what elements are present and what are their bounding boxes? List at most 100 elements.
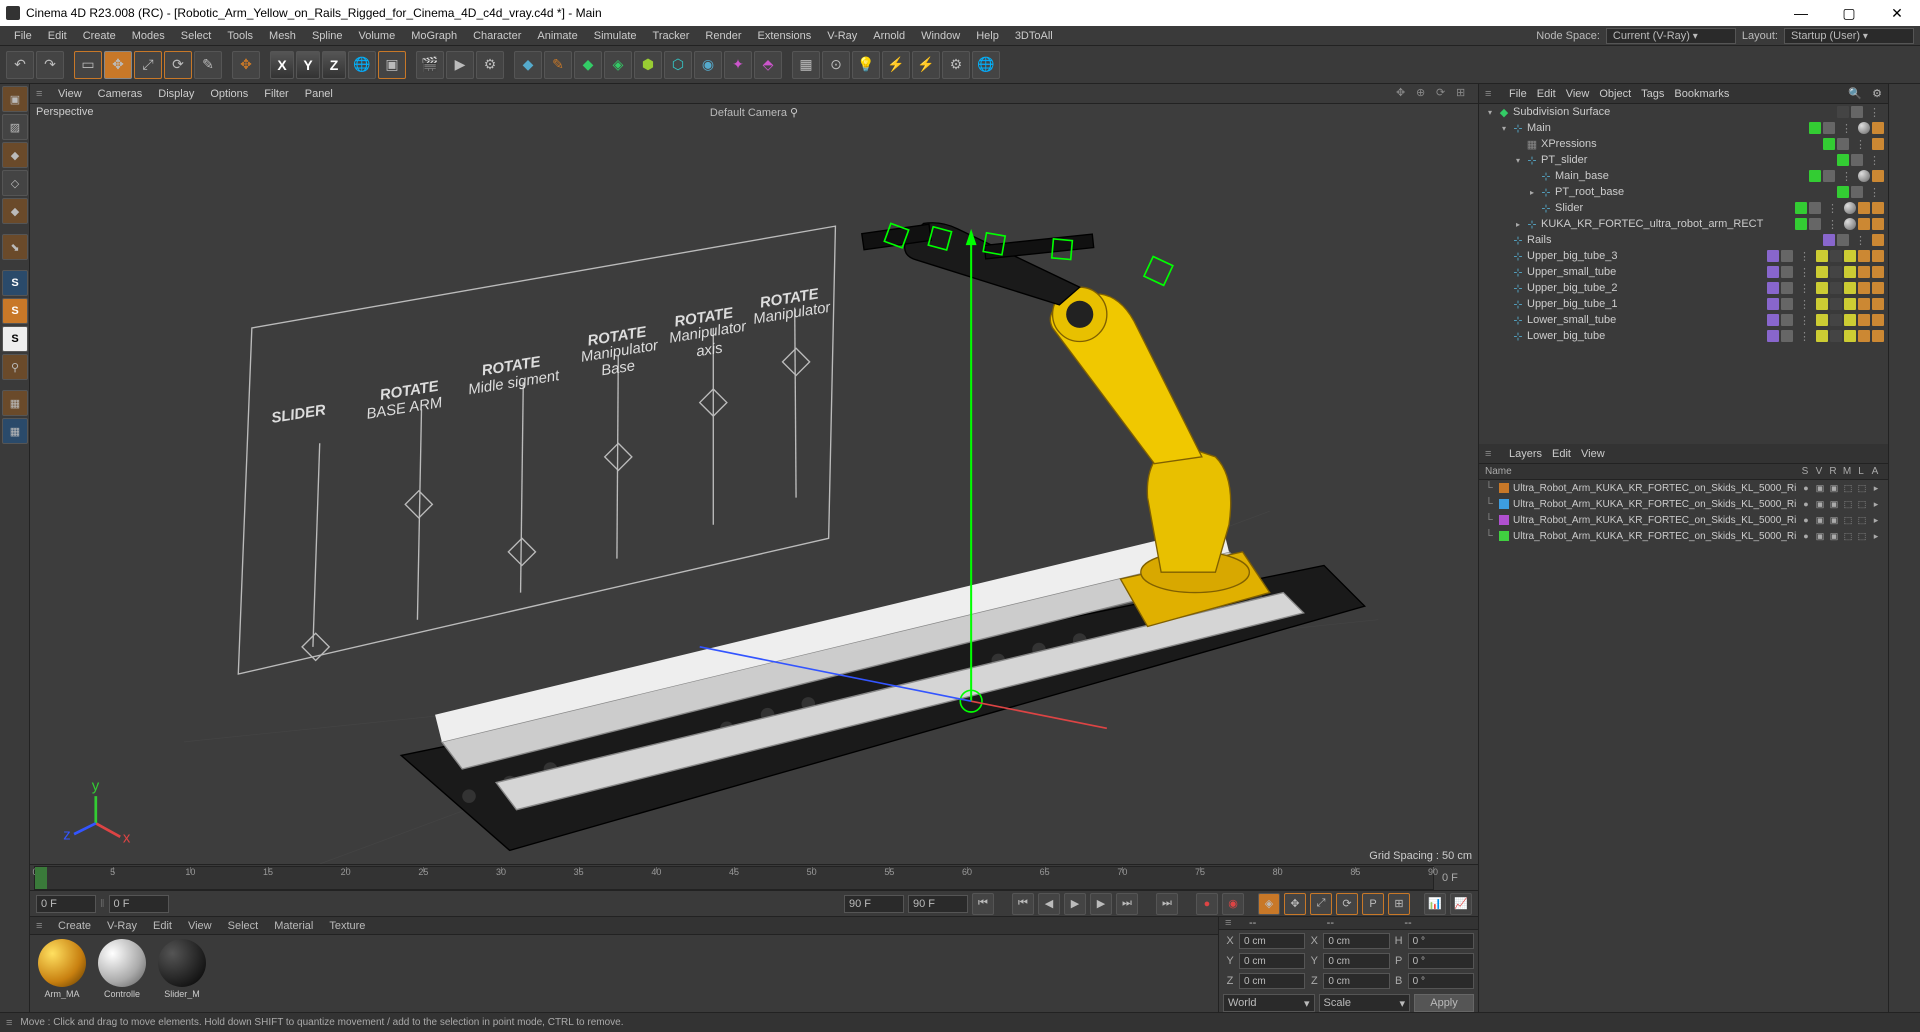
object-tag[interactable] bbox=[1830, 282, 1842, 294]
object-tag[interactable] bbox=[1872, 266, 1884, 278]
visibility-tag[interactable] bbox=[1781, 330, 1793, 342]
menu-tools[interactable]: Tools bbox=[219, 28, 261, 44]
menu-arnold[interactable]: Arnold bbox=[865, 28, 913, 44]
mat-menu-texture[interactable]: Texture bbox=[321, 918, 373, 934]
vp-menu-panel[interactable]: Panel bbox=[297, 86, 341, 102]
layer-flag[interactable]: ⬚ bbox=[1856, 530, 1868, 542]
object-tag[interactable] bbox=[1858, 250, 1870, 262]
object-name[interactable]: Main_base bbox=[1555, 170, 1807, 182]
layer-flag[interactable]: ⬚ bbox=[1842, 530, 1854, 542]
redo-button[interactable]: ↷ bbox=[36, 51, 64, 79]
coord-field[interactable]: 0 cm bbox=[1323, 933, 1389, 949]
menu-create[interactable]: Create bbox=[75, 28, 124, 44]
edge-mode[interactable]: ◆ bbox=[2, 198, 28, 224]
visibility-tag[interactable] bbox=[1809, 202, 1821, 214]
menu-volume[interactable]: Volume bbox=[351, 28, 404, 44]
render-view[interactable]: ▶ bbox=[446, 51, 474, 79]
layout-dropdown[interactable]: Startup (User) ▾ bbox=[1784, 28, 1914, 44]
layer-color[interactable] bbox=[1499, 483, 1509, 493]
nav-icon[interactable]: ✥ bbox=[1396, 86, 1412, 102]
keyframe-sel-button[interactable]: ◈ bbox=[1258, 893, 1280, 915]
visibility-tag[interactable] bbox=[1781, 298, 1793, 310]
object-tag[interactable] bbox=[1872, 138, 1884, 150]
tree-row[interactable]: ▸⊹KUKA_KR_FORTEC_ultra_robot_arm_RECT⋮ bbox=[1479, 216, 1888, 232]
record-button[interactable]: ● bbox=[1196, 893, 1218, 915]
world-axis-button[interactable]: 🌐 bbox=[348, 51, 376, 79]
layer-flag[interactable]: ⬚ bbox=[1842, 498, 1854, 510]
select-tool[interactable]: ▭ bbox=[74, 51, 102, 79]
tree-row[interactable]: ▦XPressions⋮ bbox=[1479, 136, 1888, 152]
tree-row[interactable]: ▾◆Subdivision Surface⋮ bbox=[1479, 104, 1888, 120]
pla-key-button[interactable]: ⊞ bbox=[1388, 893, 1410, 915]
layer-row[interactable]: └Ultra_Robot_Arm_KUKA_KR_FORTEC_on_Skids… bbox=[1479, 528, 1888, 544]
obj-menu-bookmarks[interactable]: Bookmarks bbox=[1674, 88, 1729, 100]
expand-icon[interactable]: ▾ bbox=[1499, 123, 1509, 133]
object-tag[interactable] bbox=[1844, 282, 1856, 294]
object-tag[interactable] bbox=[1816, 314, 1828, 326]
expand-icon[interactable]: ▾ bbox=[1485, 107, 1495, 117]
pos-key-button[interactable]: ✥ bbox=[1284, 893, 1306, 915]
coord-field[interactable]: 0 ° bbox=[1408, 933, 1474, 949]
cube-tool[interactable]: ◆ bbox=[514, 51, 542, 79]
material-item[interactable]: Slider_M bbox=[154, 939, 210, 1008]
expand-icon[interactable]: ▸ bbox=[1527, 187, 1537, 197]
object-name[interactable]: Upper_big_tube_1 bbox=[1527, 298, 1765, 310]
fcurve-button[interactable]: 📈 bbox=[1450, 893, 1472, 915]
y-axis-button[interactable]: Y bbox=[296, 51, 320, 79]
move-tool[interactable]: ✥ bbox=[104, 51, 132, 79]
camera-tool[interactable]: ▦ bbox=[792, 51, 820, 79]
object-name[interactable]: KUKA_KR_FORTEC_ultra_robot_arm_RECT bbox=[1541, 218, 1793, 230]
layer-flag[interactable]: ● bbox=[1800, 498, 1812, 510]
obj-menu-edit[interactable]: Edit bbox=[1537, 88, 1556, 100]
menu-mesh[interactable]: Mesh bbox=[261, 28, 304, 44]
object-tag[interactable] bbox=[1830, 314, 1842, 326]
object-tag[interactable] bbox=[1872, 202, 1884, 214]
rotate-tool[interactable]: ⟳ bbox=[164, 51, 192, 79]
visibility-tag[interactable] bbox=[1781, 314, 1793, 326]
layer-flag[interactable]: ● bbox=[1800, 530, 1812, 542]
frame-current-field[interactable]: 0 F bbox=[109, 895, 169, 913]
tree-row[interactable]: ⊹Upper_big_tube_2⋮ bbox=[1479, 280, 1888, 296]
menu-modes[interactable]: Modes bbox=[124, 28, 173, 44]
object-tag[interactable] bbox=[1872, 234, 1884, 246]
object-name[interactable]: XPressions bbox=[1541, 138, 1821, 150]
tree-row[interactable]: ⊹Rails⋮ bbox=[1479, 232, 1888, 248]
x-axis-button[interactable]: X bbox=[270, 51, 294, 79]
cube-primitive[interactable]: ▣ bbox=[378, 51, 406, 79]
poly-mode[interactable]: ⬊ bbox=[2, 234, 28, 260]
object-name[interactable]: Upper_small_tube bbox=[1527, 266, 1765, 278]
visibility-tag[interactable] bbox=[1837, 138, 1849, 150]
menu-animate[interactable]: Animate bbox=[529, 28, 585, 44]
menu-edit[interactable]: Edit bbox=[40, 28, 75, 44]
object-tag[interactable] bbox=[1844, 314, 1856, 326]
visibility-tag[interactable] bbox=[1809, 122, 1821, 134]
visibility-tag[interactable] bbox=[1851, 106, 1863, 118]
globe-tool[interactable]: 🌐 bbox=[972, 51, 1000, 79]
s1-button[interactable]: S bbox=[2, 270, 28, 296]
render-region[interactable]: ⚙ bbox=[476, 51, 504, 79]
coord-field[interactable]: 0 ° bbox=[1408, 973, 1474, 989]
layer-row[interactable]: └Ultra_Robot_Arm_KUKA_KR_FORTEC_on_Skids… bbox=[1479, 512, 1888, 528]
object-name[interactable]: Main bbox=[1527, 122, 1807, 134]
coord-field[interactable]: 0 cm bbox=[1239, 933, 1305, 949]
visibility-tag[interactable] bbox=[1851, 154, 1863, 166]
menu-extensions[interactable]: Extensions bbox=[749, 28, 819, 44]
point-mode[interactable]: ◇ bbox=[2, 170, 28, 196]
object-tag[interactable] bbox=[1858, 298, 1870, 310]
visibility-tag[interactable] bbox=[1781, 266, 1793, 278]
coord-field[interactable]: 0 cm bbox=[1323, 973, 1389, 989]
visibility-tag[interactable] bbox=[1809, 170, 1821, 182]
object-tag[interactable] bbox=[1858, 202, 1870, 214]
visibility-tag[interactable] bbox=[1767, 282, 1779, 294]
object-tag[interactable] bbox=[1816, 330, 1828, 342]
object-name[interactable]: Lower_big_tube bbox=[1527, 330, 1765, 342]
obj-menu-file[interactable]: File bbox=[1509, 88, 1527, 100]
object-tag[interactable] bbox=[1858, 266, 1870, 278]
rot-key-button[interactable]: ⟳ bbox=[1336, 893, 1358, 915]
next-key-button[interactable]: ⏭ bbox=[1116, 893, 1138, 915]
object-tag[interactable] bbox=[1872, 314, 1884, 326]
layers-menu-edit[interactable]: Edit bbox=[1552, 448, 1571, 460]
layer-flag[interactable]: ▣ bbox=[1828, 530, 1840, 542]
extrude-tool[interactable]: ◈ bbox=[604, 51, 632, 79]
layer-flag[interactable]: ⬚ bbox=[1856, 498, 1868, 510]
